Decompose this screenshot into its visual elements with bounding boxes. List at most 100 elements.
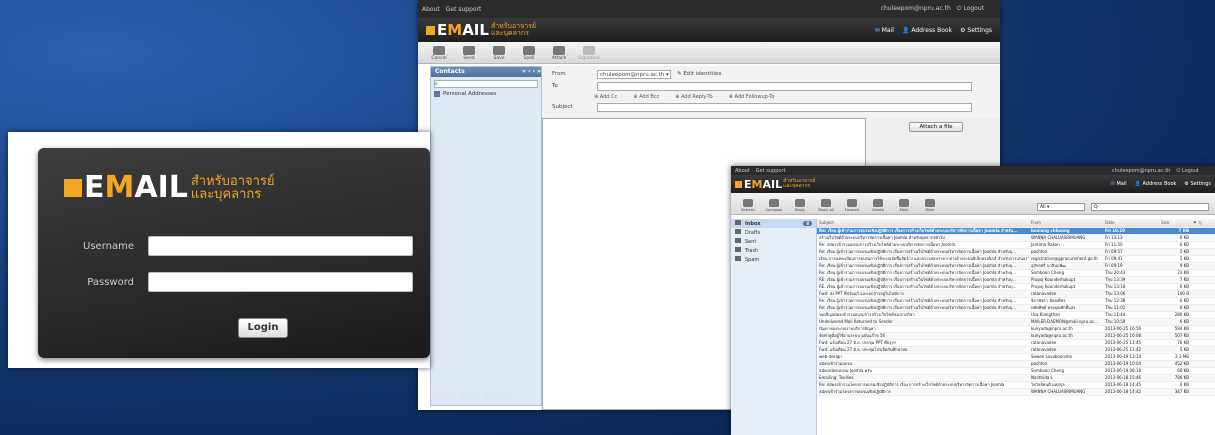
message-size: 2.3 MB	[1159, 353, 1191, 361]
add-cc-link[interactable]: ⊕ Add Cc	[594, 94, 625, 100]
table-row[interactable]: Re: เรียน ผู้เข้าร่วมการอบรมเชิงปฏิบัติก…	[817, 227, 1215, 235]
reply-all-button[interactable]: Reply all	[813, 199, 839, 212]
support-link[interactable]: Get support	[446, 6, 482, 13]
nav-settings[interactable]: ⚙ Settings	[960, 27, 992, 34]
header: E M AIL สำหรับอาจารย์ และบุคลากร ✉ Mail 👤 A…	[731, 175, 1215, 193]
table-row[interactable]: Fwd: แจ้งเตือน 27 มิ.ย. ประชุมโปรเจ็คกับ…	[817, 346, 1215, 354]
table-row[interactable]: Re: เรียน ผู้เข้าร่วมการอบรมเชิงปฏิบัติก…	[817, 262, 1215, 270]
send-button[interactable]: Send	[454, 46, 484, 61]
edit-identities-link[interactable]: ✎ Edit identities	[677, 71, 721, 77]
filter-select[interactable]: All ▾	[1037, 203, 1085, 211]
table-row[interactable]: เรียน การลงทะเบียนการอบรมการใช้ระบบจัดซื…	[817, 255, 1215, 263]
logout-link[interactable]: ⏻ Logout	[957, 5, 990, 12]
nav-address-book[interactable]: 👤 Address Book	[902, 27, 952, 34]
to-add-button[interactable]: Re +	[435, 394, 454, 401]
about-link[interactable]: About	[735, 168, 750, 174]
message-size: 7 KB	[1159, 227, 1191, 235]
contacts-search-input[interactable]: ⌕	[434, 80, 538, 88]
table-row[interactable]: ปัญหาของระบบงานบริการปัญหา kunyada@npru.a…	[817, 325, 1215, 333]
message-size: 5 KB	[1159, 346, 1191, 354]
table-row[interactable]: สมัครสมัครอบรม Joomla ครับ Somboon Cheng 2…	[817, 367, 1215, 375]
spell-button[interactable]: Spell	[514, 46, 544, 61]
table-row[interactable]: Undelivered Mail Returned to Sender MAILE…	[817, 318, 1215, 326]
message-list: Subject From Date Size ⚑ 📎 Re: เรียน ผู้…	[817, 219, 1215, 435]
table-row[interactable]: Fwd: แจ้งเตือน 27 มิ.ย. ประชุม PPT ที่ปร…	[817, 339, 1215, 347]
table-row[interactable]: Emailing: Toellies Nanthida L 2013-06-18 1…	[817, 374, 1215, 382]
table-row[interactable]: Re: เรียน ผู้เข้าร่วมการอบรมเชิงปฏิบัติก…	[817, 304, 1215, 312]
to-input[interactable]	[597, 81, 972, 91]
table-row[interactable]: Fwd: ส่ง PPT ที่ปรับแก้ และเอกสารอยู่ในไ…	[817, 290, 1215, 298]
paperclip-icon: 📎	[1197, 219, 1203, 225]
table-row[interactable]: Re: เรียน ผู้เข้าร่วมการอบรมเชิงปฏิบัติก…	[817, 297, 1215, 305]
refresh-button[interactable]: Refresh	[735, 199, 761, 212]
nav-mail[interactable]: ✉ Mail	[1111, 181, 1127, 187]
signature-button[interactable]: Signature	[574, 46, 604, 61]
pen-icon	[583, 46, 595, 55]
compose-button[interactable]: Compose	[761, 199, 787, 212]
mark-button[interactable]: Mark	[891, 199, 917, 212]
col-size[interactable]: Size	[1159, 219, 1191, 228]
reply-button[interactable]: Reply	[787, 199, 813, 212]
more-button[interactable]: More	[917, 199, 943, 212]
message-date: Thu 10:59	[1103, 318, 1159, 326]
nav-address-book[interactable]: 👤 Address Book	[1135, 181, 1177, 187]
password-input[interactable]	[148, 272, 413, 292]
about-link[interactable]: About	[422, 6, 440, 13]
gear-icon: ⚙	[960, 26, 966, 34]
table-row[interactable]: RE: เรียน ผู้เข้าร่วมการอบรมเชิงปฏิบัติก…	[817, 276, 1215, 284]
cancel-button[interactable]: Cancel	[424, 46, 454, 61]
table-row[interactable]: สมัครเข้าร่วมโครงการอบรมเชิงปฏิบัติการ WA…	[817, 388, 1215, 396]
table-row[interactable]: จัดทำคู่มือผู้ใช้งานระบบ ฉบับแก้ไข 56 kun…	[817, 332, 1215, 340]
message-size: 786 KB	[1159, 374, 1191, 382]
folder-trash[interactable]: Trash	[731, 246, 816, 255]
delete-button[interactable]: Delete	[865, 199, 891, 212]
table-row[interactable]: ขอเชิญสมัครเข้าร่วมอบรมการสร้างเว็บไซต์ข…	[817, 311, 1215, 319]
folder-spam[interactable]: Spam	[731, 255, 816, 264]
personal-addresses-item[interactable]: Personal Addresses	[434, 91, 538, 97]
table-row[interactable]: Re: สมัครเข้าร่วมโครงการอบรมเชิงปฏิบัติก…	[817, 381, 1215, 389]
search-icon: ⌕	[435, 81, 438, 87]
col-date[interactable]: Date	[1103, 219, 1159, 228]
message-flags	[1191, 367, 1215, 375]
table-row[interactable]: RE: เรียน ผู้เข้าร่วมการอบรมเชิงปฏิบัติก…	[817, 283, 1215, 291]
add-bcc-link[interactable]: ⊕ Add Bcc	[633, 94, 667, 100]
logout-link[interactable]: ⏻ Logout	[1176, 168, 1205, 174]
message-subject: สมัครสมัครอบรม Joomla ครับ	[817, 367, 1029, 375]
folder-sent[interactable]: Sent	[731, 237, 816, 246]
table-row[interactable]: สมัครเข้าร่วมอบรม pachton 2013-06-19 10:04…	[817, 360, 1215, 368]
from-select[interactable]: chuleepom@npru.ac.th ▾	[597, 69, 671, 79]
login-button[interactable]: Login	[238, 318, 288, 338]
save-button[interactable]: Save	[484, 46, 514, 61]
add-followup-to-link[interactable]: ⊕ Add Followup-To	[729, 94, 783, 100]
trash-icon	[735, 247, 741, 252]
folder-inbox[interactable]: Inbox 8	[731, 219, 816, 228]
table-row[interactable]: Re: เรียน ผู้เข้าร่วมการอบรมเชิงปฏิบัติก…	[817, 248, 1215, 256]
table-row[interactable]: Re: สมัครเข้าร่วมอบรมการสร้างเว็บไซต์ด้ว…	[817, 241, 1215, 249]
add-reply-to-link[interactable]: ⊕ Add Reply-To	[675, 94, 720, 100]
message-size: 347 KB	[1159, 388, 1191, 396]
col-flags[interactable]: ⚑ 📎	[1191, 219, 1215, 228]
username-input[interactable]	[148, 236, 413, 256]
table-row[interactable]: web design Sewee Lovaboonsho 2013-06-19 13…	[817, 353, 1215, 361]
person-icon: 👤	[1134, 181, 1141, 187]
attach-file-button[interactable]: Attach a file	[909, 122, 963, 132]
support-link[interactable]: Get support	[756, 168, 786, 174]
nav-settings[interactable]: ⚙ Settings	[1184, 181, 1211, 187]
message-date: 2013-06-25 11:42	[1103, 346, 1159, 354]
message-flags	[1191, 332, 1215, 340]
attach-button[interactable]: Attach	[544, 46, 574, 61]
forward-button[interactable]: Forward	[839, 199, 865, 212]
message-subject: Fwd: แจ้งเตือน 27 มิ.ย. ประชุมโปรเจ็คกับ…	[817, 346, 1029, 354]
col-subject[interactable]: Subject	[817, 219, 1029, 228]
bcc-add-button[interactable]: Bon +	[485, 394, 508, 401]
folder-drafts[interactable]: Drafts	[731, 228, 816, 237]
message-from: ratanavadee	[1029, 346, 1103, 354]
login-window: E M AIL สำหรับอาจารย์ และบุคลากร Username P…	[8, 132, 430, 368]
table-row[interactable]: สร้างเว็บไซต์ด้วยระบบบริหารจัดการเนื้อหา…	[817, 234, 1215, 242]
col-from[interactable]: From	[1029, 219, 1103, 228]
cc-add-button[interactable]: Ge +	[460, 394, 479, 401]
nav-mail[interactable]: ✉ Mail	[875, 27, 894, 34]
subject-input[interactable]	[597, 102, 972, 112]
table-row[interactable]: Re: เรียน ผู้เข้าร่วมการอบรมเชิงปฏิบัติก…	[817, 269, 1215, 277]
quick-search-input[interactable]: Q-	[1091, 203, 1209, 211]
